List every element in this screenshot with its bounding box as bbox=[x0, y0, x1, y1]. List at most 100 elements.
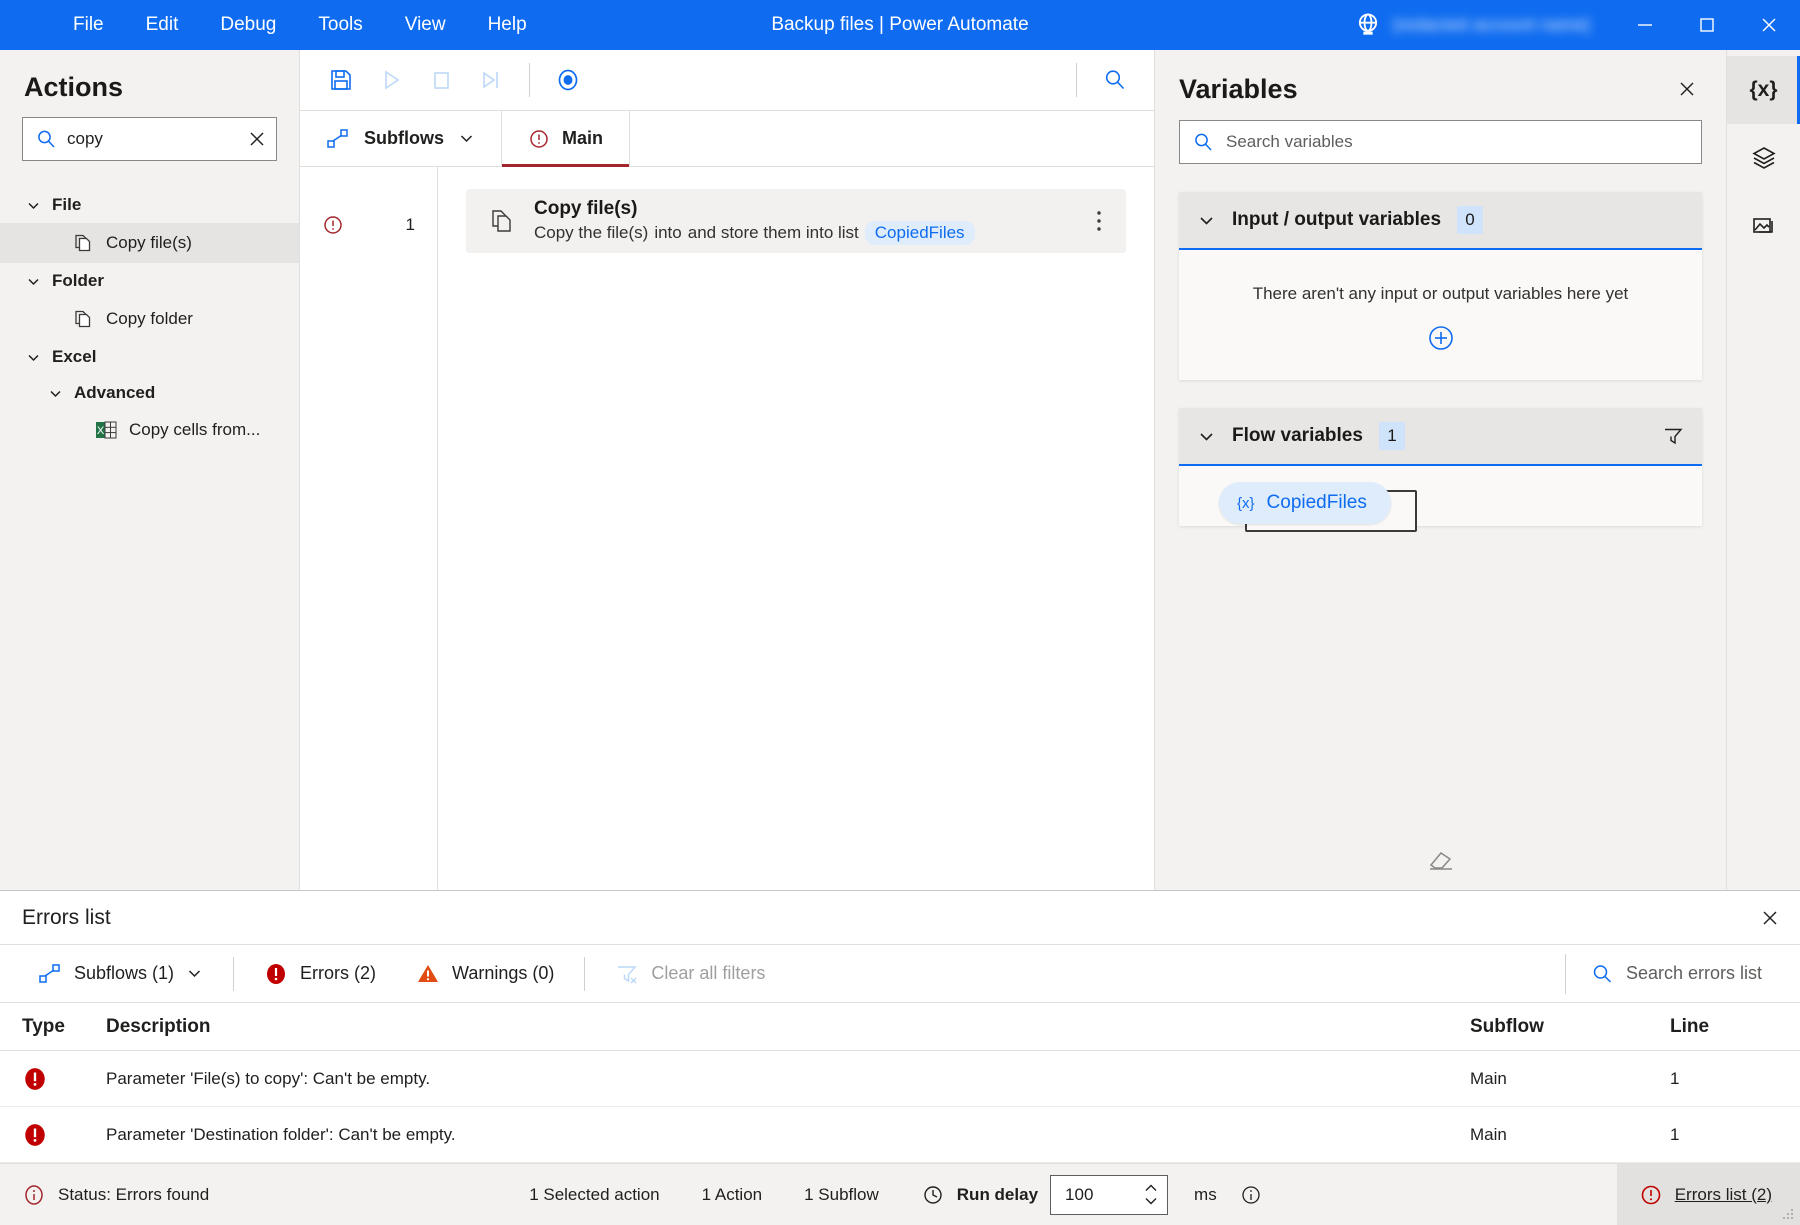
menu-item-file[interactable]: File bbox=[52, 8, 125, 43]
close-icon[interactable] bbox=[1670, 72, 1704, 106]
warnings-filter[interactable]: Warnings (0) bbox=[396, 954, 574, 994]
chevron-down-icon[interactable] bbox=[186, 965, 203, 982]
tab-subflows[interactable]: Subflows bbox=[300, 111, 502, 166]
actions-group-excel[interactable]: Excel bbox=[0, 339, 299, 375]
actions-item-copy-folder[interactable]: Copy folder bbox=[0, 299, 299, 339]
column-header-line: Line bbox=[1670, 1016, 1800, 1038]
actions-item-copy-files[interactable]: Copy file(s) bbox=[0, 223, 299, 263]
actions-group-file[interactable]: File bbox=[0, 187, 299, 223]
svg-text:X: X bbox=[97, 425, 105, 437]
info-circle-icon[interactable] bbox=[1239, 1183, 1263, 1207]
account-area[interactable]: [redacted account name] bbox=[1354, 11, 1600, 39]
line-number: 1 bbox=[406, 215, 415, 235]
chevron-down-icon[interactable] bbox=[1197, 211, 1216, 230]
stop-button[interactable] bbox=[418, 59, 464, 101]
actions-group-label: Excel bbox=[52, 347, 96, 367]
flow-variables-body: {x} CopiedFiles bbox=[1179, 466, 1702, 526]
ms-label: ms bbox=[1194, 1185, 1217, 1205]
menu-item-edit[interactable]: Edit bbox=[125, 8, 200, 43]
minimize-button[interactable] bbox=[1614, 0, 1676, 50]
save-button[interactable] bbox=[318, 59, 364, 101]
search-icon bbox=[35, 128, 57, 150]
step-over-icon[interactable] bbox=[468, 59, 514, 101]
input-output-empty-text: There aren't any input or output variabl… bbox=[1253, 284, 1629, 304]
ui-elements-rail-button[interactable] bbox=[1727, 124, 1800, 192]
clear-all-filters-button[interactable]: Clear all filters bbox=[595, 954, 785, 994]
tab-main-label: Main bbox=[562, 128, 603, 149]
subflows-filter[interactable]: Subflows (1) bbox=[18, 955, 223, 993]
variables-rail-button[interactable]: {x} bbox=[1727, 56, 1800, 124]
selected-action-count: 1 Selected action bbox=[529, 1185, 659, 1205]
action-variable-chip[interactable]: CopiedFiles bbox=[865, 221, 975, 245]
input-output-variables-title: Input / output variables bbox=[1232, 209, 1441, 231]
errors-list-panel: Errors list Subflows (1) bbox=[0, 890, 1800, 1163]
close-button[interactable] bbox=[1738, 0, 1800, 50]
close-icon[interactable] bbox=[248, 130, 266, 148]
designer-toolbar bbox=[300, 50, 1154, 111]
chevron-down-icon bbox=[26, 350, 41, 365]
close-icon[interactable] bbox=[1752, 900, 1788, 936]
run-delay-value[interactable]: 100 bbox=[1065, 1185, 1143, 1205]
table-row[interactable]: Parameter 'Destination folder': Can't be… bbox=[0, 1107, 1800, 1163]
menu-item-debug[interactable]: Debug bbox=[199, 8, 297, 43]
variable-chip-copiedfiles[interactable]: {x} CopiedFiles bbox=[1219, 482, 1391, 524]
stepper-arrows[interactable] bbox=[1143, 1183, 1159, 1206]
toolbar-divider bbox=[529, 63, 530, 97]
add-circle-icon[interactable] bbox=[1425, 322, 1457, 354]
errors-list-header: Errors list bbox=[0, 891, 1800, 945]
error-line: 1 bbox=[1670, 1125, 1800, 1145]
run-delay-stepper[interactable]: 100 bbox=[1050, 1175, 1168, 1215]
variables-search-input[interactable]: Search variables bbox=[1226, 132, 1353, 152]
run-button[interactable] bbox=[368, 59, 414, 101]
input-output-variables-header[interactable]: Input / output variables 0 bbox=[1179, 192, 1702, 250]
resize-grip-icon[interactable] bbox=[1778, 1204, 1796, 1222]
actions-group-folder[interactable]: Folder bbox=[0, 263, 299, 299]
column-header-description: Description bbox=[106, 1016, 1470, 1038]
errors-search-input[interactable]: Search errors list bbox=[1626, 963, 1762, 984]
table-row[interactable]: Parameter 'File(s) to copy': Can't be em… bbox=[0, 1051, 1800, 1107]
menu-item-tools[interactable]: Tools bbox=[297, 8, 383, 43]
layers-icon bbox=[1751, 145, 1777, 171]
tab-main[interactable]: Main bbox=[502, 111, 630, 166]
run-delay-label: Run delay bbox=[957, 1185, 1038, 1205]
error-line: 1 bbox=[1670, 1069, 1800, 1089]
variables-header: Variables bbox=[1155, 50, 1726, 120]
tab-subflows-label: Subflows bbox=[364, 128, 444, 149]
account-name: [redacted account name] bbox=[1394, 15, 1590, 35]
status-text: Status: Errors found bbox=[58, 1185, 209, 1205]
gutter-row: 1 bbox=[300, 189, 437, 261]
actions-search-box[interactable]: copy bbox=[22, 117, 277, 161]
record-button[interactable] bbox=[545, 59, 591, 101]
errors-list-status-button[interactable]: Errors list (2) bbox=[1617, 1164, 1800, 1225]
status-middle: 1 Selected action 1 Action 1 Subflow Run… bbox=[529, 1175, 1263, 1215]
clock-icon bbox=[921, 1183, 945, 1207]
errors-list-link[interactable]: Errors list (2) bbox=[1675, 1185, 1772, 1205]
copy-folder-icon bbox=[72, 308, 94, 330]
excel-icon: X bbox=[95, 420, 117, 440]
action-row-copy-files[interactable]: Copy file(s) Copy the file(s) into and s… bbox=[466, 189, 1126, 253]
images-rail-button[interactable] bbox=[1727, 192, 1800, 260]
actions-item-copy-cells[interactable]: X Copy cells from... bbox=[0, 411, 299, 449]
kebab-menu-icon[interactable] bbox=[1082, 209, 1116, 233]
menu-item-view[interactable]: View bbox=[384, 8, 467, 43]
errors-list-filters: Subflows (1) Errors (2) bbox=[0, 945, 1800, 1003]
variable-name: CopiedFiles bbox=[1267, 492, 1367, 514]
errors-filter[interactable]: Errors (2) bbox=[244, 954, 396, 994]
actions-group-label: Folder bbox=[52, 271, 104, 291]
maximize-button[interactable] bbox=[1676, 0, 1738, 50]
menu-item-help[interactable]: Help bbox=[467, 8, 548, 43]
flow-variables-header[interactable]: Flow variables 1 bbox=[1179, 408, 1702, 466]
filter-icon[interactable] bbox=[1662, 425, 1684, 447]
error-description: Parameter 'Destination folder': Can't be… bbox=[106, 1125, 1470, 1145]
variables-panel: Variables Search variables bbox=[1154, 50, 1726, 890]
errors-search-box[interactable]: Search errors list bbox=[1565, 954, 1788, 994]
chevron-down-icon[interactable] bbox=[458, 130, 475, 147]
chevron-down-icon bbox=[48, 386, 63, 401]
actions-search-input[interactable]: copy bbox=[67, 129, 238, 149]
search-icon[interactable] bbox=[1092, 59, 1138, 101]
actions-group-advanced[interactable]: Advanced bbox=[0, 375, 299, 411]
chevron-down-icon[interactable] bbox=[1197, 427, 1216, 446]
info-icon bbox=[22, 1183, 46, 1207]
variables-search-box[interactable]: Search variables bbox=[1179, 120, 1702, 164]
eraser-icon[interactable] bbox=[1426, 848, 1456, 872]
